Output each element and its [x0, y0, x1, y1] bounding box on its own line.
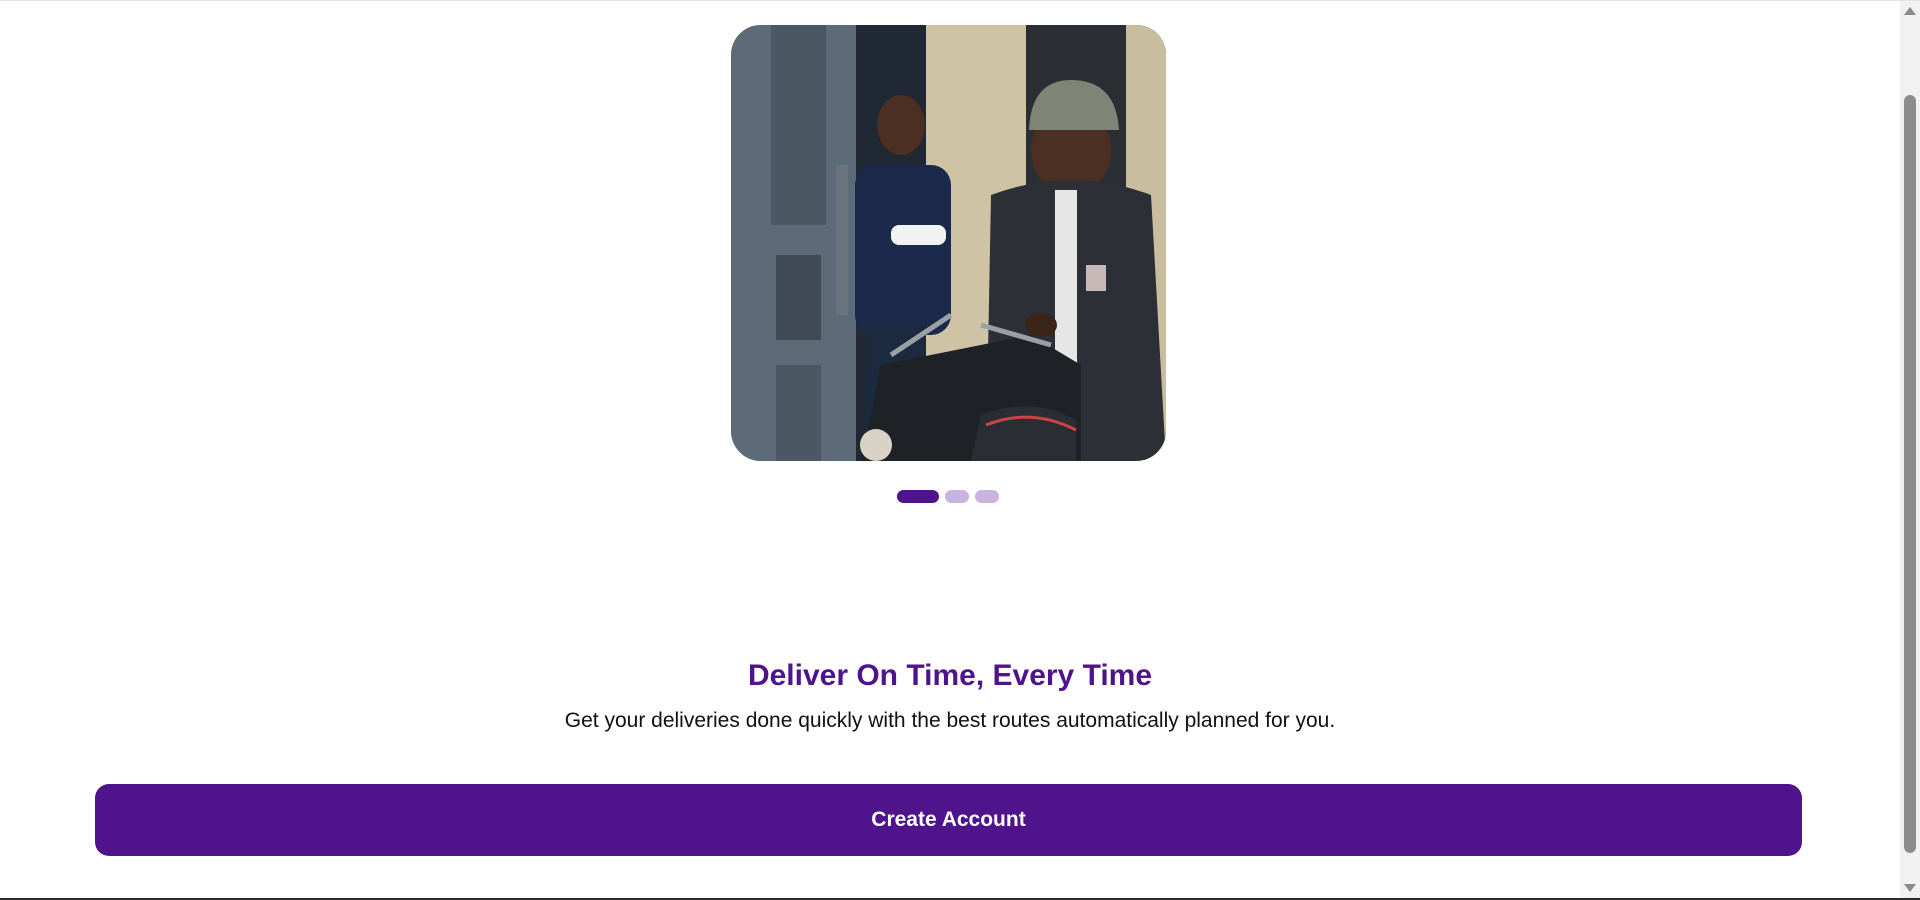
scroll-down-icon[interactable]: [1904, 884, 1916, 892]
scroll-up-icon[interactable]: [1904, 7, 1916, 15]
onboarding-subtext: Get your deliveries done quickly with th…: [564, 709, 1336, 732]
carousel-dot-2[interactable]: [945, 490, 969, 503]
carousel-indicator: [897, 490, 999, 503]
onboarding-screen: Deliver On Time, Every Time Get your del…: [0, 1, 1900, 898]
create-account-button[interactable]: Create Account: [95, 784, 1802, 856]
hero-image: [731, 25, 1166, 461]
app-viewport: Deliver On Time, Every Time Get your del…: [0, 0, 1920, 900]
page-scrollbar[interactable]: [1900, 1, 1920, 898]
delivery-photo-illustration: [731, 25, 1166, 461]
carousel-dot-1[interactable]: [897, 490, 939, 503]
onboarding-headline: Deliver On Time, Every Time: [747, 659, 1153, 692]
carousel-dot-3[interactable]: [975, 490, 999, 503]
scrollbar-thumb[interactable]: [1904, 95, 1916, 853]
